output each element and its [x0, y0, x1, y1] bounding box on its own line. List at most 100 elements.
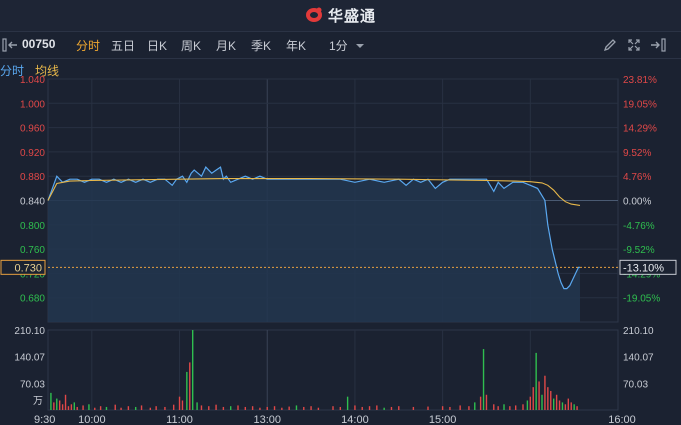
volume-bar [237, 405, 239, 410]
volume-bar [259, 407, 261, 410]
pct-tick-label: 14.29% [623, 124, 657, 135]
pct-tick-label: 4.76% [623, 172, 651, 183]
volume-bar [208, 406, 210, 410]
price-tick-label: 0.680 [20, 294, 45, 305]
price-tick-label: 0.880 [20, 172, 45, 183]
volume-bar [244, 406, 247, 410]
volume-bar [56, 398, 58, 410]
volume-bar [552, 398, 555, 410]
pct-tick-label: 23.81% [623, 75, 657, 86]
volume-bar [82, 405, 84, 410]
volume-bar [522, 404, 524, 410]
volume-bar [532, 387, 534, 410]
price-tick-label: 0.960 [20, 124, 45, 135]
volume-bar [178, 396, 181, 410]
volume-tick-label: 70.03 [20, 379, 45, 390]
volume-bar [295, 405, 298, 410]
volume-tick-label: 140.07 [623, 353, 654, 364]
volume-bar [368, 406, 371, 410]
volume-bar [181, 400, 184, 410]
volume-bar [547, 387, 549, 410]
volume-bar [383, 407, 385, 410]
volume-bar [189, 362, 191, 410]
time-tick-label: 10:00 [78, 414, 106, 425]
pct-tick-label: -19.05% [623, 294, 660, 305]
volume-bar [105, 406, 108, 410]
volume-bar [196, 402, 198, 410]
volume-bar [482, 349, 485, 410]
volume-bar [67, 406, 70, 410]
volume-bar [164, 406, 166, 410]
volume-bar [493, 404, 495, 410]
volume-tick-label: 210.10 [14, 326, 45, 337]
volume-bar [441, 406, 444, 410]
pct-tick-label: 19.05% [623, 99, 657, 110]
volume-bar [140, 405, 143, 410]
volume-bar [186, 371, 188, 410]
time-tick-label: 14:00 [341, 414, 369, 425]
volume-bar [73, 402, 76, 410]
volume-bar [485, 394, 488, 410]
volume-bar [459, 405, 461, 410]
volume-bar [251, 406, 254, 410]
volume-bar [479, 396, 482, 410]
price-tick-label: 0.760 [20, 245, 45, 256]
volume-bar [114, 404, 116, 410]
time-tick-label: 9:30 [34, 414, 55, 425]
volume-bar [544, 375, 546, 410]
price-area [48, 167, 580, 322]
volume-bar [541, 394, 543, 410]
volume-bar [398, 406, 400, 410]
volume-bar [427, 406, 429, 410]
volume-bar [412, 406, 415, 410]
time-tick-label: 15:00 [429, 414, 457, 425]
volume-bar [317, 407, 320, 410]
volume-bar [503, 404, 505, 410]
volume-bar [497, 406, 499, 410]
app-window: 华盛通 00750 分时 五日 日K 周K 月K 季K 年K 1分 分时 均线 … [0, 0, 681, 425]
volume-bar [346, 396, 349, 410]
volume-bar [191, 330, 194, 410]
price-tick-label: 0.800 [20, 221, 45, 232]
price-tick-label: 0.840 [20, 197, 45, 208]
volume-bar [567, 398, 570, 410]
volume-bar [281, 407, 283, 410]
volume-bar [550, 390, 552, 410]
volume-bar [529, 396, 532, 410]
volume-bar [526, 400, 529, 410]
volume-bar [127, 406, 130, 410]
volume-bar [390, 406, 393, 410]
volume-bar [474, 402, 476, 410]
volume-bar [149, 407, 152, 410]
volume-bar [155, 406, 157, 410]
volume-bar [514, 405, 517, 410]
volume-bar [339, 406, 342, 410]
volume-bar [273, 406, 276, 410]
volume-bar [222, 406, 225, 410]
volume-bar [76, 406, 78, 410]
volume-pane-frame [47, 329, 619, 411]
volume-bar [570, 402, 572, 410]
volume-bar [561, 402, 564, 410]
time-tick-label: 11:00 [166, 414, 193, 425]
volume-bar [70, 404, 73, 410]
intraday-chart: 1.040 23.81% 1.000 19.05% 0.960 14.29% 0.920 9.… [0, 75, 677, 425]
price-tick-label: 1.000 [20, 99, 45, 110]
volume-bar [303, 406, 305, 410]
volume-bar [468, 406, 470, 410]
pct-tick-label: -9.52% [623, 245, 655, 256]
volume-bar [558, 400, 561, 410]
price-tick-label: 1.040 [20, 75, 45, 86]
volume-bar [266, 406, 268, 410]
volume-bar [332, 406, 334, 410]
volume-bar [58, 400, 61, 410]
time-tick-label: 16:00 [608, 414, 636, 425]
pct-tick-label: 0.00% [623, 197, 651, 208]
volume-tick-label: 70.03 [623, 379, 648, 390]
volume-bar [509, 406, 511, 410]
volume-bar [449, 406, 451, 410]
volume-bar [50, 392, 52, 410]
volume-bar [94, 407, 96, 410]
volume-bar [61, 404, 64, 410]
volume-bar [200, 405, 203, 410]
